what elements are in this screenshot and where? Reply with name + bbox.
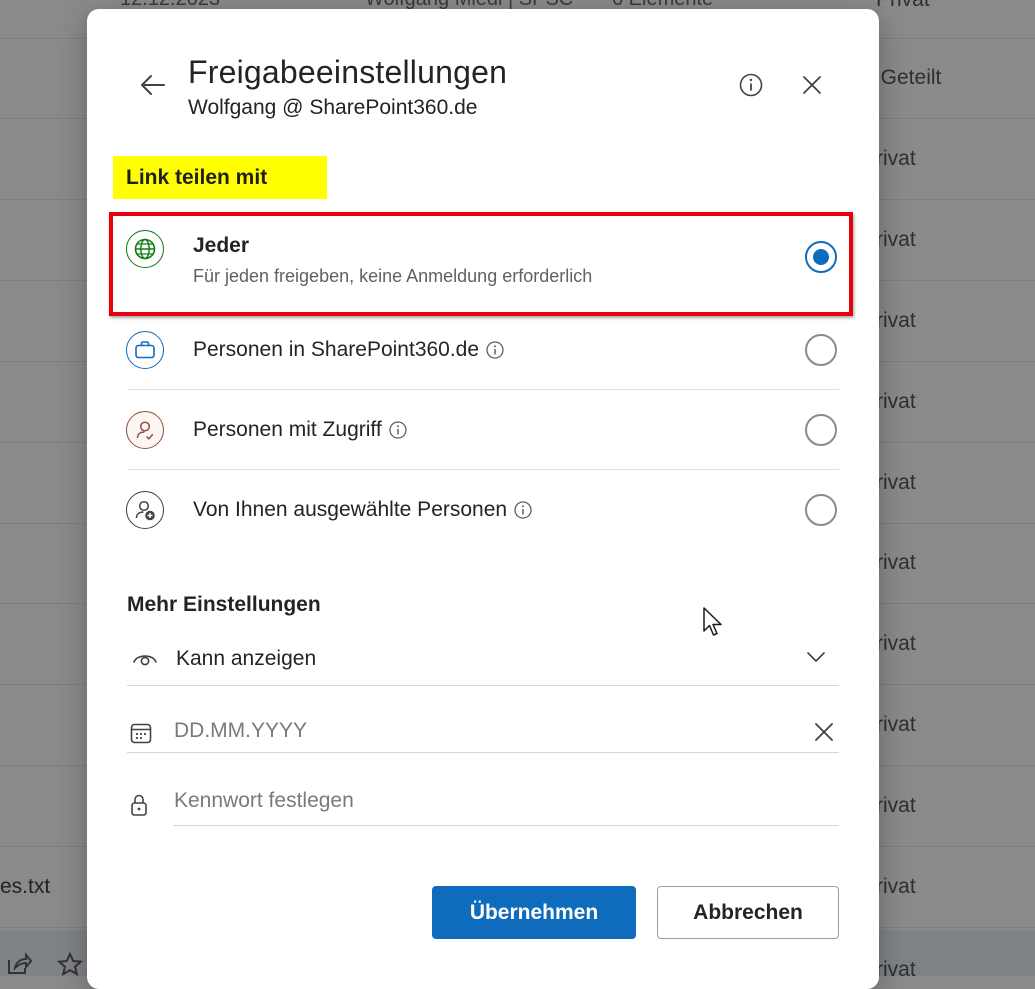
bg-sharing: rivat	[876, 632, 916, 655]
bg-file-name: es.txt	[0, 875, 51, 898]
lock-icon	[125, 791, 153, 819]
expiration-date-field[interactable]: DD.MM.YYYY	[127, 699, 839, 765]
permission-dropdown[interactable]: Kann anzeigen	[127, 627, 839, 693]
arrow-left-icon	[141, 75, 165, 95]
mouse-cursor-icon	[702, 606, 724, 643]
bg-sharing: rivat	[876, 551, 916, 574]
radio-specific-people[interactable]	[805, 494, 837, 526]
password-input[interactable]: Kennwort festlegen	[174, 789, 354, 813]
bg-sharing: rivat	[876, 390, 916, 413]
bg-sharing: rivat	[876, 713, 916, 736]
radio-existing-access[interactable]	[805, 414, 837, 446]
dialog-subtitle: Wolfgang @ SharePoint360.de	[188, 96, 478, 119]
password-field[interactable]: Kennwort festlegen	[127, 771, 839, 837]
radio-org[interactable]	[805, 334, 837, 366]
info-button[interactable]	[737, 71, 765, 99]
divider	[173, 825, 839, 826]
section-label: Link teilen mit	[126, 166, 268, 189]
expiration-date-input[interactable]: DD.MM.YYYY	[174, 719, 307, 743]
apply-button[interactable]: Übernehmen	[432, 886, 636, 939]
close-icon	[815, 723, 833, 741]
chevron-down-icon	[805, 649, 827, 670]
info-icon	[389, 421, 407, 439]
bg-sharing: rivat	[876, 309, 916, 332]
back-button[interactable]	[137, 69, 169, 101]
bg-sharing: Privat	[876, 0, 930, 12]
clear-date-button[interactable]	[813, 721, 835, 748]
eye-icon	[131, 645, 159, 673]
close-button[interactable]	[798, 71, 826, 99]
option-org[interactable]: Personen in SharePoint360.de	[113, 310, 839, 390]
info-icon	[739, 73, 763, 97]
person-add-icon	[126, 491, 164, 529]
section-label-highlight: Link teilen mit	[113, 156, 327, 199]
option-org-label: Personen in SharePoint360.de	[193, 338, 480, 361]
bg-sharing: rivat	[876, 147, 916, 170]
person-check-icon	[126, 411, 164, 449]
close-icon	[803, 76, 821, 94]
bg-sharing: rivat	[876, 958, 916, 981]
info-icon	[514, 501, 532, 519]
info-icon	[486, 341, 504, 359]
bg-sharing: rivat	[876, 875, 916, 898]
annotation-highlight-box	[109, 212, 853, 316]
dialog-title: Freigabeeinstellungen	[188, 54, 508, 90]
share-icon	[6, 952, 33, 983]
divider	[127, 752, 839, 753]
briefcase-icon	[126, 331, 164, 369]
bg-sharing: rivat	[876, 228, 916, 251]
permission-value: Kann anzeigen	[176, 647, 317, 670]
option-existing-access[interactable]: Personen mit Zugriff	[113, 390, 839, 470]
more-settings-title: Mehr Einstellungen	[127, 593, 321, 616]
sharing-settings-dialog: Freigabeeinstellungen Wolfgang @ SharePo…	[87, 9, 879, 989]
option-specific-people[interactable]: Von Ihnen ausgewählte Personen	[113, 470, 839, 550]
star-icon	[56, 951, 84, 983]
option-existing-access-label: Personen mit Zugriff	[193, 418, 382, 441]
bg-sharing: rivat	[876, 794, 916, 817]
cancel-button[interactable]: Abbrechen	[657, 886, 839, 939]
bg-sharing: rivat	[876, 471, 916, 494]
divider	[127, 685, 839, 686]
option-specific-people-label: Von Ihnen ausgewählte Personen	[193, 498, 508, 521]
calendar-icon	[127, 719, 155, 747]
